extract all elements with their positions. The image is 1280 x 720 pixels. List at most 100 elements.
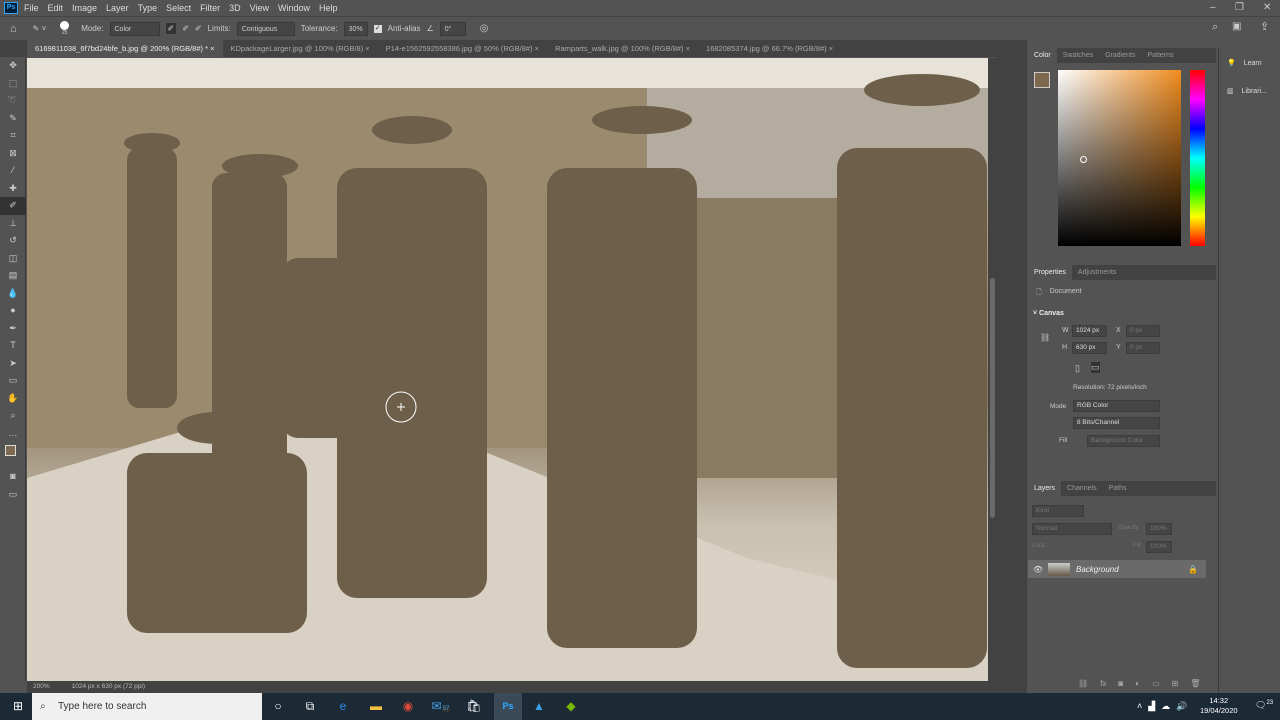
marquee-tool-icon[interactable]: ⬚ xyxy=(0,75,26,93)
menu-layer[interactable]: Layer xyxy=(106,3,129,13)
close-icon[interactable]: ✕ xyxy=(1263,2,1271,13)
tab-swatches[interactable]: Swatches xyxy=(1057,48,1099,63)
blend-mode-select[interactable]: Normal xyxy=(1032,523,1112,535)
color-replacement-tool-icon[interactable]: ✎ ˅ xyxy=(33,24,47,33)
cortana-icon[interactable]: ○ xyxy=(268,697,288,715)
eyedropper-tool-icon[interactable]: ⁄ xyxy=(0,162,26,180)
photos-icon[interactable]: ▲ xyxy=(529,697,549,715)
layer-row[interactable]: 👁 Background 🔒 xyxy=(1028,560,1206,578)
menu-type[interactable]: Type xyxy=(138,3,158,13)
workspace-icon[interactable]: ▣ xyxy=(1232,21,1241,32)
visibility-eye-icon[interactable]: 👁 xyxy=(1028,565,1048,574)
learn-panel-button[interactable]: 💡 Learn xyxy=(1219,54,1280,72)
tab-adjustments[interactable]: Adjustments xyxy=(1072,265,1123,280)
history-brush-icon[interactable]: ↺ xyxy=(0,232,26,250)
healing-tool-icon[interactable]: ✚ xyxy=(0,180,26,198)
move-tool-icon[interactable]: ✥ xyxy=(0,57,26,75)
zoom-tool-icon[interactable]: ⌕ xyxy=(0,407,26,425)
menu-filter[interactable]: Filter xyxy=(200,3,220,13)
task-view-icon[interactable]: ⧉ xyxy=(300,697,320,715)
bit-depth-select[interactable]: 8 Bits/Channel xyxy=(1073,417,1160,429)
menu-select[interactable]: Select xyxy=(166,3,191,13)
type-tool-icon[interactable]: T xyxy=(0,337,26,355)
color-swatches-icon[interactable] xyxy=(0,442,26,468)
new-layer-icon[interactable]: ⊞ xyxy=(1172,679,1179,688)
brush-tool-icon[interactable]: ✐ xyxy=(0,197,26,215)
minimize-icon[interactable]: – xyxy=(1210,2,1216,13)
search-icon[interactable]: ⌕ xyxy=(1212,21,1218,34)
photoshop-taskbar-icon[interactable]: Ps xyxy=(494,693,522,720)
doc-tab[interactable]: 6169811038_6f7bd24bfe_b.jpg @ 200% (RGB/… xyxy=(27,40,223,57)
chrome-icon[interactable]: ◉ xyxy=(398,697,418,715)
angle-input[interactable]: 0° xyxy=(439,21,466,36)
screen-mode-icon[interactable]: ▭ xyxy=(0,486,26,504)
mode-select[interactable]: Color xyxy=(109,21,160,36)
windows-start-icon[interactable]: ⊞ xyxy=(8,697,28,715)
pen-tool-icon[interactable]: ✒ xyxy=(0,320,26,338)
foreground-color-swatch[interactable] xyxy=(1034,72,1050,88)
new-group-icon[interactable]: ▭ xyxy=(1152,679,1160,688)
brush-preset-picker[interactable]: 25 xyxy=(60,21,70,36)
edge-icon[interactable]: e xyxy=(333,697,353,715)
doc-tab[interactable]: P14-e1562592558386.jpg @ 50% (RGB/8#) × xyxy=(378,40,547,57)
fill-input[interactable]: 100% xyxy=(1146,541,1172,553)
path-select-icon[interactable]: ➤ xyxy=(0,355,26,373)
color-field[interactable] xyxy=(1058,70,1181,246)
home-icon[interactable]: ⌂ xyxy=(10,23,17,35)
share-icon[interactable]: ⇪ xyxy=(1260,20,1269,33)
fx-icon[interactable]: fx xyxy=(1100,679,1106,688)
mail-icon[interactable]: ✉57 xyxy=(431,697,451,715)
frame-tool-icon[interactable]: ⊠ xyxy=(0,145,26,163)
menu-edit[interactable]: Edit xyxy=(48,3,64,13)
taskbar-search[interactable]: ⌕ Type here to search xyxy=(32,693,262,720)
pressure-icon[interactable]: ◎ xyxy=(480,23,489,34)
crop-tool-icon[interactable]: ⌗ xyxy=(0,127,26,145)
nvidia-icon[interactable]: ◆ xyxy=(561,697,581,715)
dodge-tool-icon[interactable]: ● xyxy=(0,302,26,320)
tab-channels[interactable]: Channels xyxy=(1061,481,1103,496)
limits-select[interactable]: Contiguous xyxy=(236,21,295,36)
tab-paths[interactable]: Paths xyxy=(1103,481,1133,496)
sampling-background-icon[interactable]: ✐ xyxy=(195,24,202,33)
restore-icon[interactable]: ❐ xyxy=(1235,2,1244,13)
more-tools-icon[interactable]: … xyxy=(0,425,26,443)
notifications-icon[interactable]: 🗨23 xyxy=(1255,700,1273,711)
landscape-icon[interactable]: ▭ xyxy=(1091,362,1100,373)
rectangle-tool-icon[interactable]: ▭ xyxy=(0,372,26,390)
width-input[interactable]: 1024 px xyxy=(1072,325,1107,337)
document-canvas[interactable] xyxy=(27,58,988,681)
blur-tool-icon[interactable]: 💧 xyxy=(0,285,26,303)
link-icon[interactable]: ⛓ xyxy=(1040,333,1050,342)
tab-properties[interactable]: Properties xyxy=(1028,265,1072,280)
tray-icons[interactable]: ˄▟☁🔊 xyxy=(1137,701,1193,712)
sampling-continuous-icon[interactable]: ✐ xyxy=(165,23,177,34)
antialias-checkbox[interactable]: ✓ xyxy=(373,24,382,33)
gradient-tool-icon[interactable]: ▤ xyxy=(0,267,26,285)
quick-mask-icon[interactable]: ◙ xyxy=(0,468,26,486)
zoom-level[interactable]: 200% xyxy=(33,681,50,693)
menu-3d[interactable]: 3D xyxy=(229,3,241,13)
file-explorer-icon[interactable]: ▬ xyxy=(366,697,386,715)
hue-slider[interactable] xyxy=(1190,70,1205,246)
sampling-once-icon[interactable]: ✐ xyxy=(182,24,189,33)
color-mode-select[interactable]: RGB Color xyxy=(1073,400,1160,412)
opacity-input[interactable]: 100% xyxy=(1146,523,1172,535)
tab-patterns[interactable]: Patterns xyxy=(1141,48,1179,63)
tab-layers[interactable]: Layers xyxy=(1028,481,1062,496)
stamp-tool-icon[interactable]: ⊥ xyxy=(0,215,26,233)
add-mask-icon[interactable]: ◙ xyxy=(1118,679,1123,688)
link-layers-icon[interactable]: ⛓ xyxy=(1078,679,1088,688)
menu-help[interactable]: Help xyxy=(319,3,338,13)
tab-gradients[interactable]: Gradients xyxy=(1099,48,1141,63)
menu-file[interactable]: File xyxy=(24,3,39,13)
doc-tab[interactable]: Ramparts_walk.jpg @ 100% (RGB/8#) × xyxy=(547,40,698,57)
doc-tab[interactable]: KDpackageLarger.jpg @ 100% (RGB/8) × xyxy=(223,40,378,57)
height-input[interactable]: 630 px xyxy=(1072,342,1107,354)
menu-view[interactable]: View xyxy=(250,3,269,13)
menu-window[interactable]: Window xyxy=(278,3,310,13)
portrait-icon[interactable]: ▯ xyxy=(1075,363,1080,374)
tab-color[interactable]: Color xyxy=(1028,48,1057,63)
quick-select-tool-icon[interactable]: ✎ xyxy=(0,110,26,128)
vertical-scrollbar[interactable] xyxy=(988,58,997,681)
eraser-tool-icon[interactable]: ◫ xyxy=(0,250,26,268)
